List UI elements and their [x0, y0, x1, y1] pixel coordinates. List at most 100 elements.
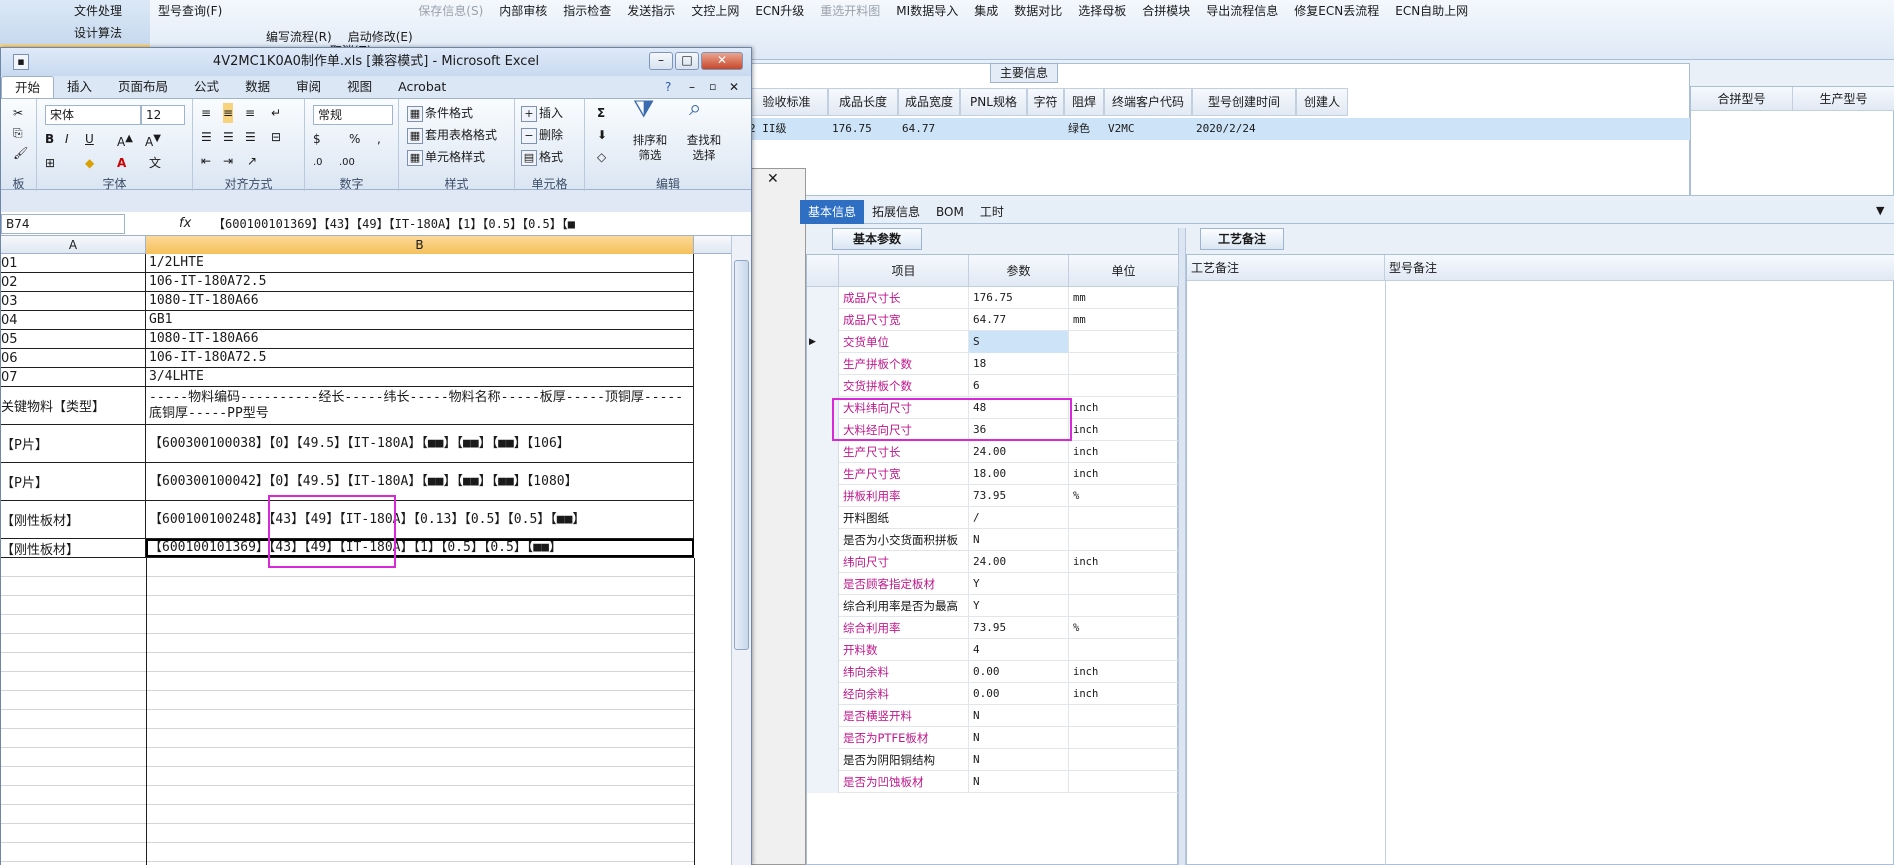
- cell-a[interactable]: 06: [1, 349, 146, 367]
- orientation-icon[interactable]: ↗: [247, 151, 257, 171]
- sheet-row[interactable]: 02 106-IT-180A72.5: [1, 273, 694, 292]
- cut-icon[interactable]: ✂: [13, 103, 23, 123]
- param-row[interactable]: 开料图纸 /: [807, 507, 1179, 529]
- empty-row[interactable]: [1, 691, 695, 710]
- vertical-scrollbar[interactable]: [731, 236, 751, 865]
- empty-row[interactable]: [1, 748, 695, 767]
- increase-indent-icon[interactable]: ⇥: [223, 151, 233, 171]
- param-row[interactable]: 成品尺寸宽 64.77 mm: [807, 309, 1179, 331]
- param-row[interactable]: 交货拼板个数 6: [807, 375, 1179, 397]
- align-right-icon[interactable]: ☰: [245, 127, 256, 147]
- empty-row[interactable]: [1, 596, 695, 615]
- minimize-button[interactable]: –: [649, 52, 673, 70]
- fill-color-icon[interactable]: ◆: [85, 153, 94, 173]
- italic-button[interactable]: I: [65, 129, 69, 149]
- ribbon-restore-icon[interactable]: ▫: [709, 80, 716, 93]
- align-center-icon[interactable]: ☰: [223, 127, 234, 147]
- font-color-icon[interactable]: A: [117, 153, 126, 173]
- sheet-row[interactable]: 01 1/2LHTE: [1, 254, 694, 273]
- insert-button[interactable]: + 插入: [521, 103, 563, 123]
- empty-row[interactable]: [1, 634, 695, 653]
- toolbar-button[interactable]: MI数据导入: [888, 2, 966, 19]
- copy-icon[interactable]: ⎘: [13, 123, 23, 143]
- empty-row[interactable]: [1, 805, 695, 824]
- param-value[interactable]: 18.00: [969, 463, 1069, 485]
- wrap-text-icon[interactable]: ↵: [271, 103, 281, 123]
- sheet-row[interactable]: 07 3/4LHTE: [1, 368, 694, 387]
- shrink-font-button[interactable]: A▼: [145, 129, 161, 149]
- empty-row[interactable]: [1, 672, 695, 691]
- cell-a[interactable]: 05: [1, 330, 146, 348]
- cell-a[interactable]: 07: [1, 368, 146, 386]
- param-row[interactable]: ▶ 交货单位 S: [807, 331, 1179, 353]
- sheet-row[interactable]: 03 1080-IT-180A66: [1, 292, 694, 311]
- dropdown-arrow-icon[interactable]: ▼: [1876, 204, 1884, 217]
- param-value[interactable]: Y: [969, 595, 1069, 617]
- decrease-indent-icon[interactable]: ⇤: [201, 151, 211, 171]
- empty-row[interactable]: [1, 577, 695, 596]
- empty-row[interactable]: [1, 653, 695, 672]
- param-value[interactable]: 73.95: [969, 617, 1069, 639]
- ribbon-tab[interactable]: 审阅: [283, 76, 334, 98]
- cell-b[interactable]: 【600300100042】【0】【49.5】【IT-180A】【■■】【■■】…: [146, 463, 694, 500]
- toolbar-button[interactable]: 重选开料图: [812, 2, 888, 19]
- number-format-combo[interactable]: 常规: [313, 105, 393, 125]
- main-cell[interactable]: 2020/2/24: [1192, 118, 1296, 140]
- main-cell[interactable]: 64.77: [898, 118, 960, 140]
- toolbar-button[interactable]: 修复ECN丢流程: [1286, 2, 1387, 19]
- scrollbar-thumb[interactable]: [734, 260, 749, 650]
- format-button[interactable]: ▤ 格式: [521, 147, 563, 167]
- fill-icon[interactable]: ⬇: [597, 125, 607, 145]
- main-cell[interactable]: 绿色: [1064, 118, 1104, 140]
- param-row[interactable]: 生产尺寸宽 18.00 inch: [807, 463, 1179, 485]
- ribbon-tab[interactable]: Acrobat: [385, 76, 459, 98]
- cell-a[interactable]: 【P片】: [1, 463, 146, 500]
- menu-item[interactable]: 设计算法: [0, 22, 150, 44]
- sheet-row[interactable]: 04 GB1: [1, 311, 694, 330]
- align-middle-icon[interactable]: ≡: [223, 103, 234, 123]
- cell-b[interactable]: 1080-IT-180A66: [146, 292, 694, 310]
- toolbar-button[interactable]: 数据对比: [1006, 2, 1070, 19]
- param-value[interactable]: 4: [969, 639, 1069, 661]
- toolbar-button[interactable]: 文控上网: [683, 2, 747, 19]
- main-cell[interactable]: V2MC: [1104, 118, 1192, 140]
- help-icon[interactable]: ?: [665, 80, 671, 94]
- cell-b[interactable]: -----物料编码----------经长-----纬长-----物料名称---…: [146, 387, 694, 424]
- cell-a[interactable]: 【P片】: [1, 425, 146, 462]
- cell-a[interactable]: 01: [1, 254, 146, 272]
- toolbar-button[interactable]: 型号查询(F): [150, 2, 230, 19]
- param-row[interactable]: 综合利用率 73.95%: [807, 617, 1179, 639]
- cell-a[interactable]: 关键物料【类型】: [1, 387, 146, 424]
- main-cell[interactable]: [960, 118, 1027, 140]
- grow-font-button[interactable]: A▲: [117, 129, 133, 149]
- param-value[interactable]: 176.75: [969, 287, 1069, 309]
- param-value[interactable]: /: [969, 507, 1069, 529]
- toolbar-button[interactable]: 保存信息(S): [410, 2, 491, 19]
- percent-icon[interactable]: %: [349, 129, 360, 149]
- menu-item[interactable]: 文件处理: [0, 0, 150, 22]
- param-value[interactable]: N: [969, 771, 1069, 793]
- tab-basic-info[interactable]: 基本信息: [800, 200, 865, 224]
- find-select-button[interactable]: 查找和 选择: [679, 133, 729, 163]
- currency-icon[interactable]: $: [313, 129, 321, 149]
- cell-b[interactable]: GB1: [146, 311, 694, 329]
- clear-icon[interactable]: ◇: [597, 147, 606, 167]
- empty-row[interactable]: [1, 786, 695, 805]
- param-row[interactable]: 拼板利用率 73.95%: [807, 485, 1179, 507]
- ribbon-tab[interactable]: 公式: [181, 76, 232, 98]
- param-row[interactable]: 是否横竖开料 N: [807, 705, 1179, 727]
- delete-button[interactable]: − 删除: [521, 125, 563, 145]
- ribbon-tab[interactable]: 数据: [232, 76, 283, 98]
- toolbar-button[interactable]: ECN自助上网: [1387, 2, 1476, 19]
- tab-work-hours[interactable]: 工时: [972, 200, 1012, 224]
- borders-icon[interactable]: ⊞: [45, 153, 55, 173]
- main-cell[interactable]: [1296, 118, 1348, 140]
- tab-bom[interactable]: BOM: [928, 200, 972, 224]
- param-row[interactable]: 纬向尺寸 24.00 inch: [807, 551, 1179, 573]
- empty-row[interactable]: [1, 710, 695, 729]
- cell-a[interactable]: 03: [1, 292, 146, 310]
- toolbar-button[interactable]: 发送指示: [619, 2, 683, 19]
- toolbar-button[interactable]: 指示检查: [555, 2, 619, 19]
- autosum-icon[interactable]: Σ: [597, 103, 605, 123]
- empty-row[interactable]: [1, 767, 695, 786]
